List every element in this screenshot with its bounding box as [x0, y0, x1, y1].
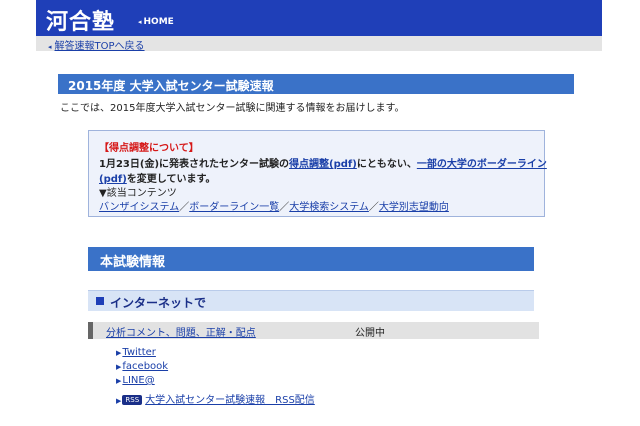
- subsection-title: インターネットで: [110, 296, 207, 310]
- triangle-icon: ▶: [116, 397, 122, 405]
- page-title-bar: 2015年度 大学入試センター試験速報: [58, 74, 574, 94]
- rss-item[interactable]: ▶ RSS 大学入試センター試験速報 RSS配信: [116, 391, 315, 406]
- kawaijuku-logo[interactable]: 河合塾: [46, 4, 115, 36]
- triangle-icon: ▶: [116, 349, 122, 357]
- back-to-top-link[interactable]: ◂ 解答速報TOPへ戻る: [48, 37, 145, 52]
- borderline-pdf-link[interactable]: 一部の大学のボーダーライン: [417, 159, 547, 170]
- related-content-links: バンザイシステム／ボーダーライン一覧／大学検索システム／大学別志望動向: [99, 198, 449, 213]
- separator: ／: [279, 202, 290, 213]
- notice-text: 1月23日(金)に発表されたセンター試験の: [99, 159, 290, 170]
- intro-text: ここでは、2015年度大学入試センター試験に関連する情報をお届けします。: [60, 103, 405, 114]
- analysis-link[interactable]: 分析コメント、問題、正解・配点: [106, 324, 256, 339]
- rss-icon: RSS: [122, 395, 143, 405]
- square-bullet-icon: [96, 297, 104, 305]
- twitter-link[interactable]: Twitter: [122, 347, 156, 358]
- triangle-icon: ▶: [116, 363, 122, 371]
- score-adjustment-notice: 【得点調整について】 1月23日(金)に発表されたセンター試験の得点調整(pdf…: [88, 130, 547, 217]
- rss-link[interactable]: 大学入試センター試験速報 RSS配信: [145, 395, 315, 406]
- home-link[interactable]: ◂ HOME: [138, 17, 174, 27]
- twitter-item[interactable]: ▶Twitter: [116, 347, 156, 358]
- main-exam-section-header: 本試験情報: [88, 247, 534, 271]
- notice-line-2: (pdf)を変更しています。: [99, 170, 216, 185]
- score-adjustment-pdf-link[interactable]: 得点調整(pdf): [289, 159, 357, 170]
- university-trends-link[interactable]: 大学別志望動向: [379, 202, 449, 213]
- borderline-list-link[interactable]: ボーダーライン一覧: [189, 202, 279, 213]
- page-title: 2015年度 大学入試センター試験速報: [68, 79, 274, 93]
- left-arrow-icon: ◂: [138, 18, 142, 26]
- notice-line-1: 1月23日(金)に発表されたセンター試験の得点調整(pdf)にともない、一部の大…: [99, 155, 547, 170]
- notice-text: にともない、: [356, 159, 417, 170]
- internet-subsection-header: インターネットで: [88, 290, 534, 311]
- back-to-top-label[interactable]: 解答速報TOPへ戻る: [55, 41, 145, 52]
- facebook-item[interactable]: ▶facebook: [116, 361, 168, 372]
- site-header: 河合塾 ◂ HOME: [36, 0, 602, 36]
- contents-label: ▼該当コンテンツ: [99, 188, 177, 199]
- left-arrow-icon: ◂: [48, 43, 52, 51]
- facebook-link[interactable]: facebook: [122, 361, 168, 372]
- banzai-system-link[interactable]: バンザイシステム: [99, 202, 179, 213]
- line-item[interactable]: ▶LINE@: [116, 375, 155, 386]
- breadcrumb-bar: ◂ 解答速報TOPへ戻る: [36, 36, 602, 52]
- line-link[interactable]: LINE@: [122, 375, 154, 386]
- notice-heading: 【得点調整について】: [99, 143, 199, 154]
- home-label: HOME: [143, 17, 174, 27]
- separator: ／: [179, 202, 190, 213]
- triangle-icon: ▶: [116, 377, 122, 385]
- section-title: 本試験情報: [100, 255, 166, 270]
- university-search-link[interactable]: 大学検索システム: [289, 202, 369, 213]
- status-label: 公開中: [355, 328, 385, 339]
- separator: ／: [368, 202, 379, 213]
- analysis-row: 分析コメント、問題、正解・配点 公開中: [88, 322, 539, 339]
